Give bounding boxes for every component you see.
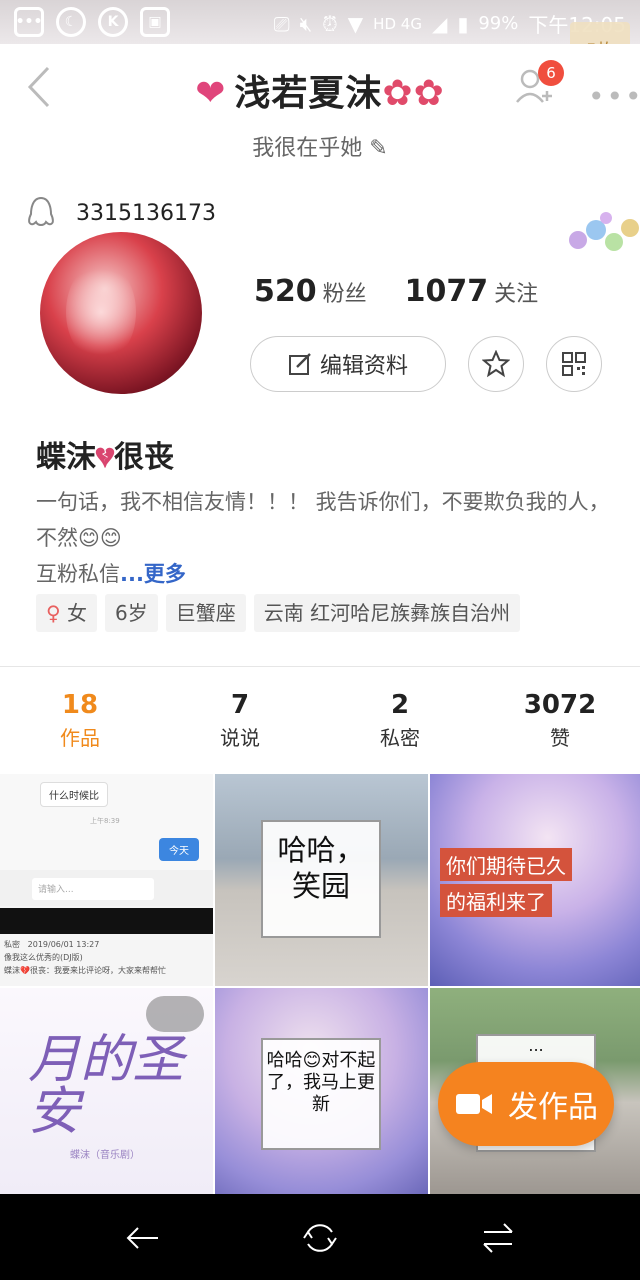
qr-code-icon [562, 352, 586, 376]
following-count[interactable]: 1077 [405, 274, 489, 309]
remark-text: 我很在乎她 [252, 136, 363, 161]
system-nav-bar [0, 1194, 640, 1280]
work-item[interactable]: 哈哈， 笑园 [215, 774, 428, 986]
broken-heart-icon: 💔︎ [96, 440, 114, 475]
status-bar: ••• ☾ K ▣ ⎚ 🔇︎ ⏰︎ ▼ HD 4G ◢ ▮ 99% 下午12:0… [0, 0, 640, 62]
k-app-icon: K [98, 7, 128, 37]
followers-count[interactable]: 520 [254, 274, 317, 309]
screenshot-icon: ▣ [140, 7, 170, 37]
age-tag: 6岁 [105, 594, 158, 632]
qq-penguin-icon [28, 196, 54, 226]
alarm-icon: ⏰︎ [322, 11, 338, 36]
video-camera-icon [456, 1094, 492, 1114]
mute-icon: 🔇︎ [299, 11, 313, 36]
network-label: HD 4G [373, 14, 422, 33]
following-label[interactable]: 关注 [494, 276, 538, 308]
caption-banner: 的福利来了 [440, 884, 552, 917]
signal-icon: ◢ [431, 11, 448, 36]
caption-banner: 你们期待已久 [440, 848, 572, 881]
flowers-decoration [569, 212, 639, 251]
edit-profile-label: 编辑资料 [319, 354, 408, 379]
artwork-title: 月的圣安 [28, 1030, 185, 1142]
favorite-button[interactable] [468, 336, 524, 392]
tag-row: ♀ 女 6岁 巨蟹座 云南 红河哈尼族彝族自治州 [36, 594, 521, 632]
qq-row: 3315136173 [26, 196, 216, 230]
tab-works[interactable]: 18 作品 [0, 690, 160, 751]
chat-time: 上午8:39 [90, 817, 120, 825]
qr-code-button[interactable] [546, 336, 602, 392]
bio: 一句话，我不相信友情！！！ 我告诉你们，不要欺负我的人，不然😊😊 互粉私信...… [36, 484, 616, 592]
chat-input: 请输入... [32, 878, 154, 900]
wifi-icon: ▼ [347, 11, 364, 36]
female-icon: ♀ [46, 601, 61, 625]
gender-tag: ♀ 女 [36, 594, 98, 632]
home-nav-icon[interactable] [300, 1218, 340, 1258]
back-nav-icon[interactable] [122, 1218, 162, 1258]
tab-private[interactable]: 2 私密 [320, 690, 480, 751]
artwork-subtitle: 蝶沫（音乐剧） [70, 1150, 140, 1161]
heart-icon: ❤ [195, 73, 227, 114]
qq-number: 3315136173 [76, 200, 216, 226]
flower-icon: ✿✿ [382, 73, 445, 114]
caption-card: 哈哈😊对不起了，我马上更新 [261, 1038, 381, 1150]
edit-profile-button[interactable]: 编辑资料 [250, 336, 446, 392]
avatar[interactable] [40, 232, 202, 394]
profile-header: ❤ 浅若夏沫✿✿ 6 ••• 我很在乎她 ✎ [0, 44, 640, 161]
stats-row: 520 粉丝 1077 关注 [254, 274, 570, 309]
cast-icon: ⎚ [273, 11, 290, 36]
work-item[interactable]: 哈哈😊对不起了，我马上更新 [215, 988, 428, 1196]
battery-icon: ▮ [457, 11, 469, 36]
notification-preview: 私密 2019/06/01 13:27 像我这么优秀的(DJ版) 蝶沫💔很丧：我… [4, 940, 166, 975]
content-tabs: 18 作品 7 说说 2 私密 3072 赞 [0, 690, 640, 751]
location-tag: 云南 红河哈尼族彝族自治州 [253, 594, 521, 632]
pencil-icon: ✎ [369, 136, 388, 161]
notification-badge: 6 [538, 60, 564, 86]
switch-apps-icon[interactable] [478, 1218, 518, 1258]
followers-label[interactable]: 粉丝 [323, 276, 367, 308]
divider [0, 666, 640, 667]
remark-row[interactable]: 我很在乎她 ✎ [0, 130, 640, 162]
moon-icon: ☾ [56, 7, 86, 37]
star-icon [482, 350, 510, 378]
work-item[interactable]: 月的圣安 蝶沫（音乐剧） [0, 988, 213, 1196]
bio-text-line2: 互粉私信 [36, 562, 120, 586]
post-work-label: 发作品 [508, 1090, 598, 1125]
tab-posts[interactable]: 7 说说 [160, 690, 320, 751]
edit-icon [288, 353, 311, 375]
zodiac-tag: 巨蟹座 [165, 594, 246, 632]
multi-image-icon [146, 996, 204, 1032]
chat-bubble-reply: 今天 [159, 838, 199, 861]
bio-text: 一句话，我不相信友情！！！ 我告诉你们，不要欺负我的人，不然😊😊 [36, 490, 610, 550]
battery-level: 99% [478, 13, 519, 34]
more-link[interactable]: ...更多 [120, 562, 186, 586]
nickname: 蝶沫💔︎很丧 [36, 440, 174, 475]
caption-card: 哈哈， 笑园 [261, 820, 381, 938]
message-icon: ••• [14, 7, 44, 37]
work-item[interactable]: 什么时候比 上午8:39 今天 请输入... 私密 2019/06/01 13:… [0, 774, 213, 986]
chat-bubble: 什么时候比 [40, 782, 108, 807]
post-work-button[interactable]: 发作品 [438, 1062, 614, 1146]
more-options-icon[interactable]: ••• [588, 80, 640, 113]
work-item[interactable]: 你们期待已久 的福利来了 [430, 774, 640, 986]
tab-likes[interactable]: 3072 赞 [480, 690, 640, 751]
